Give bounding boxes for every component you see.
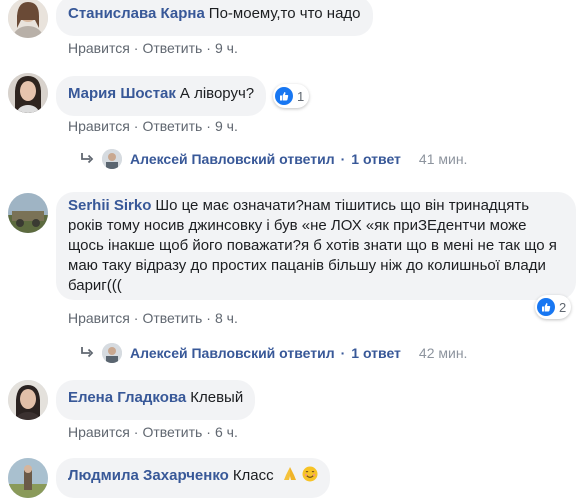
comment-time[interactable]: 6 ч. xyxy=(215,424,238,440)
reply-time: 41 мин. xyxy=(418,151,468,167)
comment-bubble: Serhii Sirko Шо це має означати?нам тішит… xyxy=(56,192,576,300)
comment-bubble: Елена Гладкова Клевый xyxy=(56,380,256,420)
reply-arrow-icon xyxy=(80,153,94,165)
separator-dot: · xyxy=(206,310,211,326)
avatar-stanislava[interactable] xyxy=(8,0,48,38)
comment-text: Клевый xyxy=(190,389,244,406)
comment-time[interactable]: 9 ч. xyxy=(215,40,238,56)
reaction-count[interactable]: 2 xyxy=(535,295,572,319)
thumbs-up-icon xyxy=(537,298,555,316)
separator-dot: · xyxy=(340,151,346,167)
separator-dot: · xyxy=(340,345,346,361)
replier-name[interactable]: Алексей Павловский ответил xyxy=(130,149,335,169)
comment-bubble: Мария Шостак А ліворуч? xyxy=(56,76,267,116)
reply-count[interactable]: 1 ответ xyxy=(351,149,401,169)
reply-link[interactable]: Ответить xyxy=(142,118,202,134)
comment-author[interactable]: Елена Гладкова xyxy=(68,389,186,406)
avatar-lyudmila[interactable] xyxy=(8,458,48,498)
comment-bubble: Станислава Карна По-моему,то что надо xyxy=(56,0,373,36)
separator-dot: · xyxy=(133,310,139,326)
comment-actions: Нравится · Ответить · 8 ч. xyxy=(68,309,238,327)
replier-avatar xyxy=(102,343,122,363)
reply-link[interactable]: Ответить xyxy=(142,40,202,56)
reply-time: 42 мин. xyxy=(418,345,468,361)
reply-arrow-icon xyxy=(80,347,94,359)
comment-actions: Нравится · Ответить · 9 ч. xyxy=(68,39,238,57)
comment-author[interactable]: Людмила Захарченко xyxy=(68,467,229,484)
separator-dot: · xyxy=(133,40,139,56)
reaction-count[interactable]: 1 xyxy=(273,84,310,108)
comment-time[interactable]: 8 ч. xyxy=(215,310,238,326)
separator-dot: · xyxy=(206,40,211,56)
thumbs-up-icon xyxy=(275,87,293,105)
comment-text: По-моему,то что надо xyxy=(208,5,361,22)
comment-text: Класс xyxy=(232,467,274,484)
replier-name[interactable]: Алексей Павловский ответил xyxy=(130,343,335,363)
comment-text: А ліворуч? xyxy=(179,85,255,102)
reply-link[interactable]: Ответить xyxy=(142,310,202,326)
avatar-serhii[interactable] xyxy=(8,193,48,233)
reaction-number: 2 xyxy=(559,299,567,315)
comment-actions: Нравится · Ответить · 9 ч. xyxy=(68,117,238,135)
folded-hands-emoji xyxy=(283,467,296,480)
reply-link[interactable]: Ответить xyxy=(142,424,202,440)
smiling-face-emoji xyxy=(302,466,318,482)
replier-avatar xyxy=(102,149,122,169)
avatar-mariya[interactable] xyxy=(8,73,48,113)
like-link[interactable]: Нравится xyxy=(68,118,130,134)
separator-dot: · xyxy=(133,118,139,134)
like-link[interactable]: Нравится xyxy=(68,310,130,326)
comment-author[interactable]: Мария Шостак xyxy=(68,85,176,102)
separator-dot: · xyxy=(206,118,211,134)
like-link[interactable]: Нравится xyxy=(68,424,130,440)
view-replies-link[interactable]: Алексей Павловский ответил · 1 ответ 41 мин… xyxy=(80,149,467,169)
comment-actions: Нравится · Ответить · 6 ч. xyxy=(68,423,238,441)
comment-bubble: Людмила Захарченко Класс xyxy=(56,458,330,498)
comment-author[interactable]: Serhii Sirko xyxy=(68,197,151,214)
like-link[interactable]: Нравится xyxy=(68,40,130,56)
reply-count[interactable]: 1 ответ xyxy=(351,343,401,363)
avatar-elena[interactable] xyxy=(8,380,48,420)
separator-dot: · xyxy=(206,424,211,440)
comment-author[interactable]: Станислава Карна xyxy=(68,5,205,22)
separator-dot: · xyxy=(133,424,139,440)
view-replies-link[interactable]: Алексей Павловский ответил · 1 ответ 42 мин… xyxy=(80,343,467,363)
comment-time[interactable]: 9 ч. xyxy=(215,118,238,134)
reaction-number: 1 xyxy=(297,88,305,104)
